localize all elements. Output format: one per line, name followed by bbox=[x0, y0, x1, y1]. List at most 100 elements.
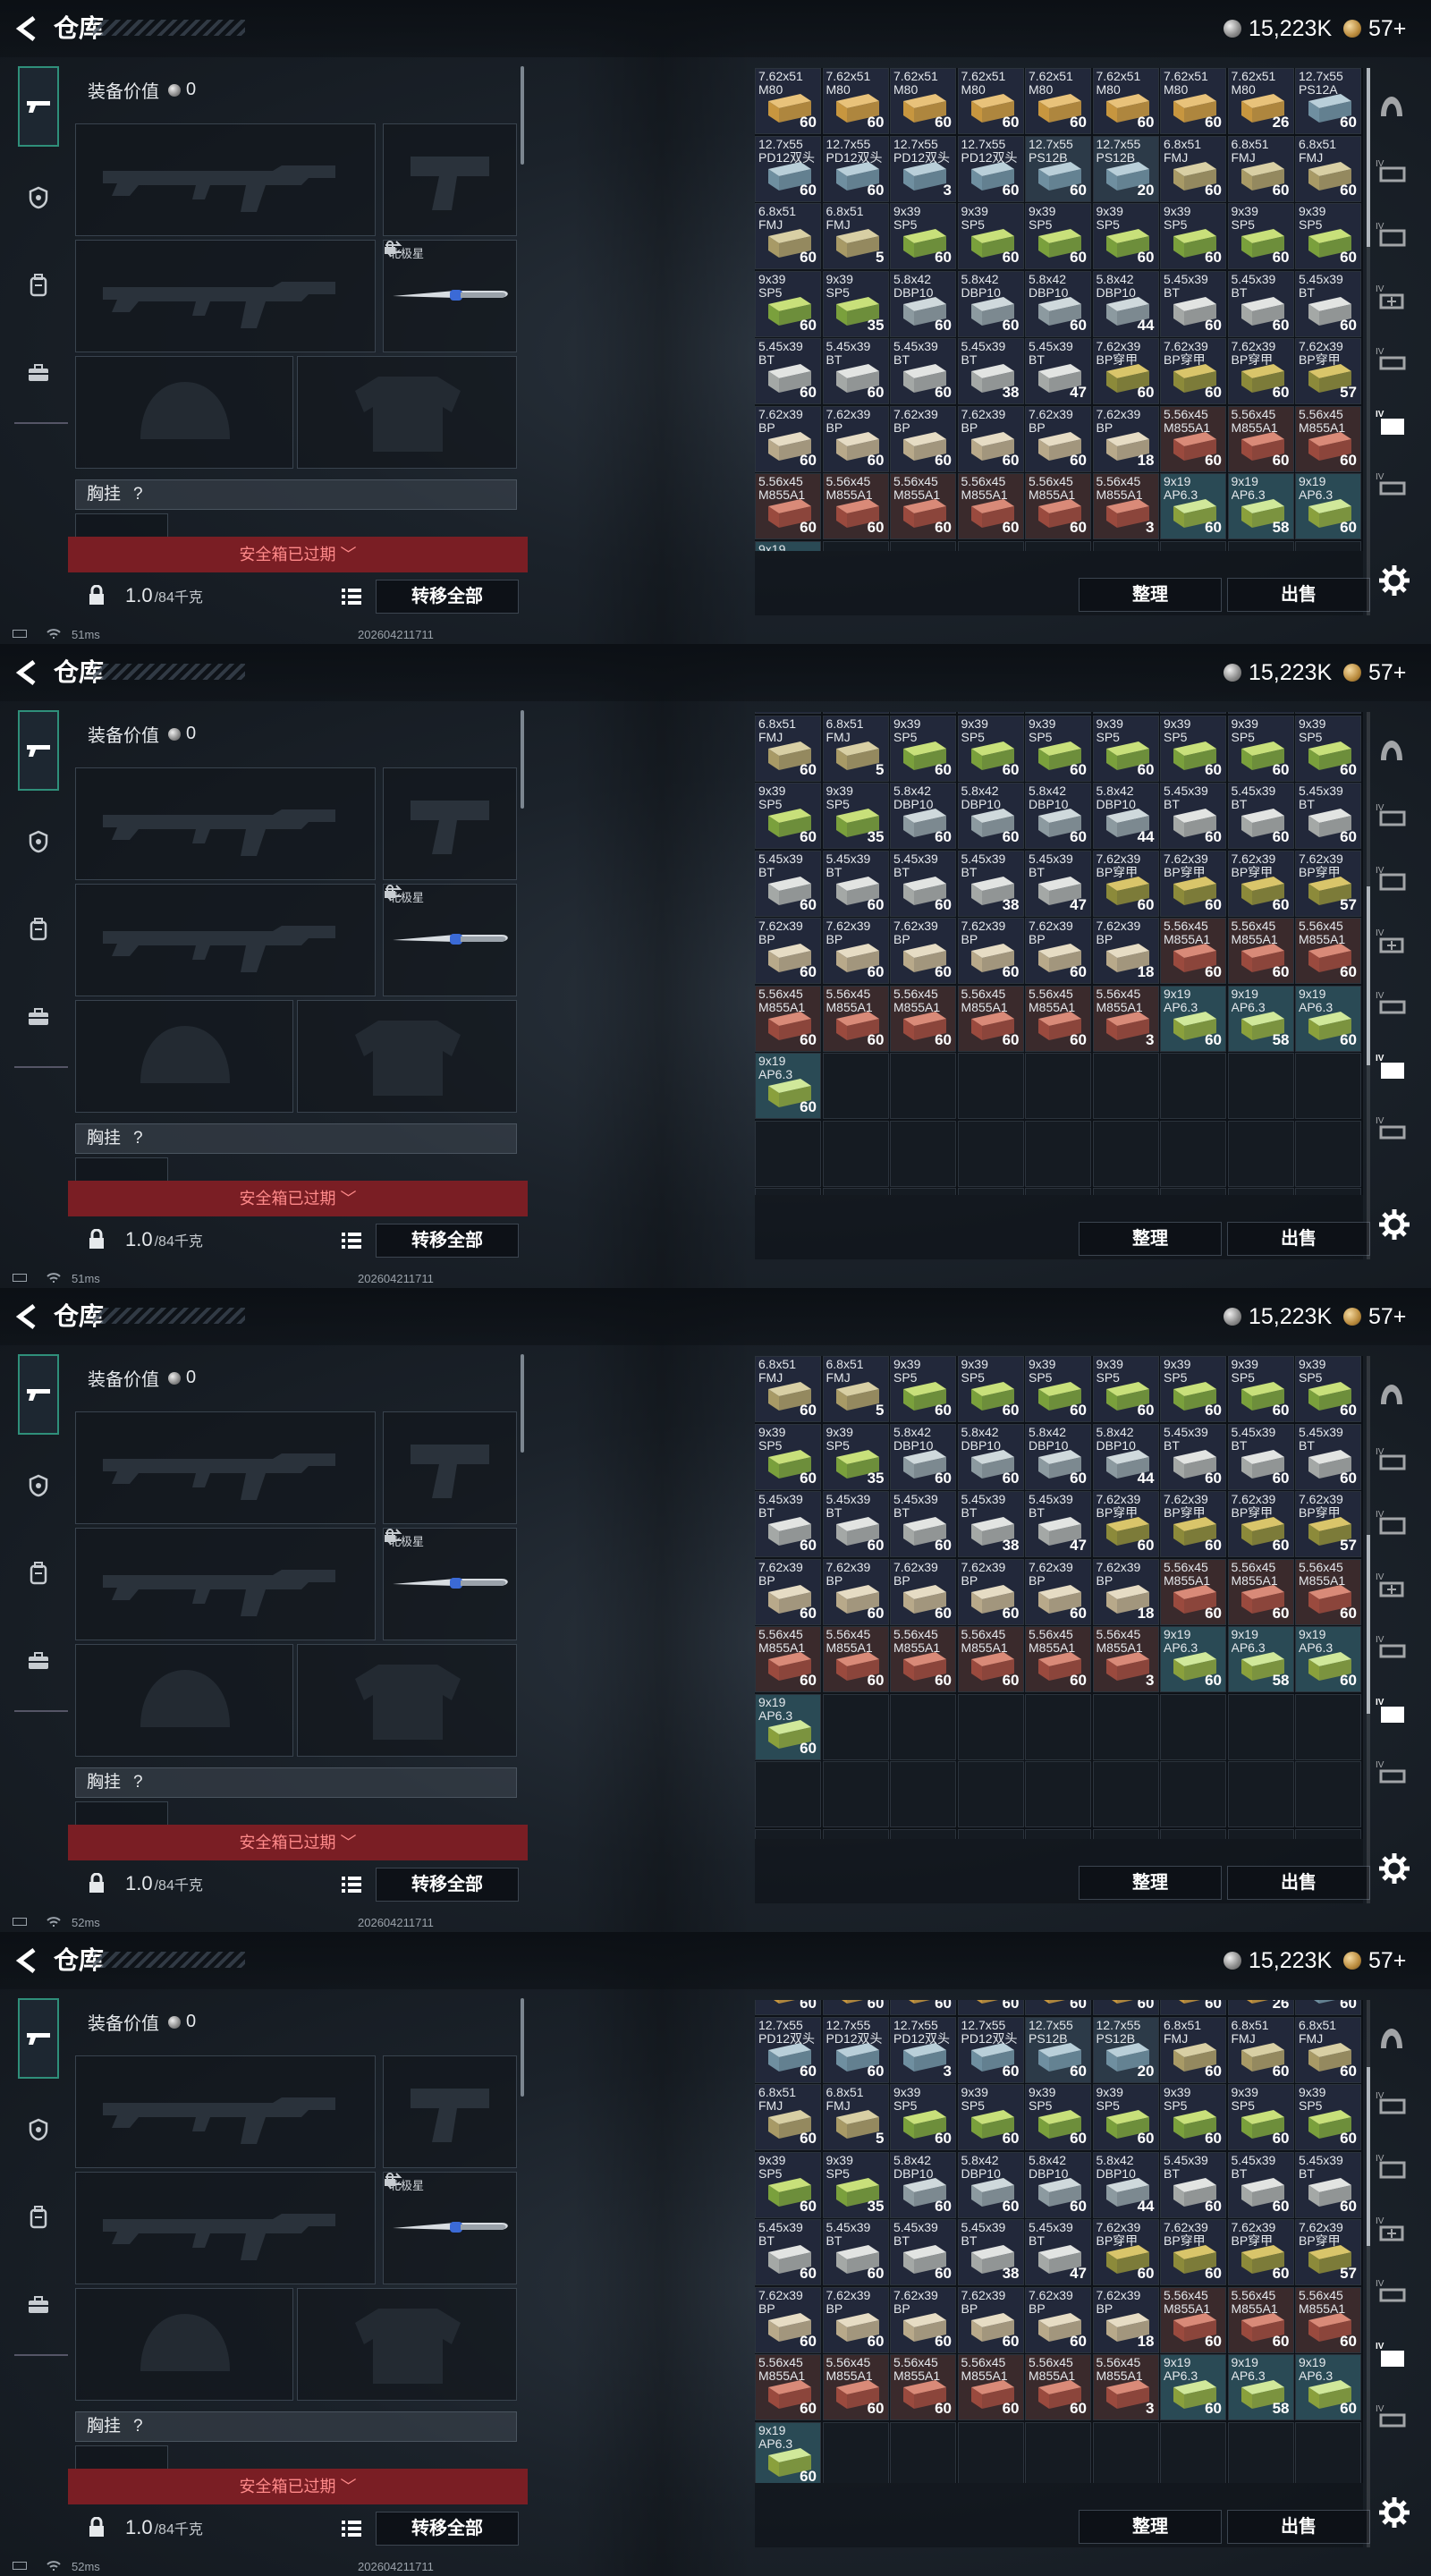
body-armor-slot[interactable] bbox=[297, 1644, 517, 1757]
empty-slot[interactable] bbox=[1295, 1188, 1361, 1195]
ammo-item[interactable]: 5.45x39 BT 60 bbox=[1227, 783, 1294, 850]
ammo-item[interactable]: 7.62x39 BP穿甲 60 bbox=[1160, 1491, 1226, 1557]
ammo-item[interactable]: 7.62x39 BP穿甲 57 bbox=[1295, 1491, 1361, 1557]
ammo-item[interactable]: 7.62x39 BP穿甲 60 bbox=[1227, 1491, 1294, 1557]
ammo-item[interactable]: 5.45x39 BT 38 bbox=[957, 850, 1024, 917]
ammo-item[interactable]: 9x39 SP5 60 bbox=[1295, 1356, 1361, 1422]
ammo-item[interactable]: 9x19 AP6.3 58 bbox=[1227, 985, 1294, 1052]
helmet-filter-icon[interactable] bbox=[1374, 2020, 1410, 2055]
gear-icon[interactable] bbox=[1376, 1850, 1413, 1887]
ammo-item[interactable]: 5.56x45 M855A1 60 bbox=[1025, 985, 1091, 1052]
empty-slot[interactable] bbox=[957, 1053, 1024, 1120]
helmet-slot[interactable] bbox=[75, 356, 293, 469]
ammo-filter-icon[interactable]: IV bbox=[1374, 404, 1410, 440]
sort-button[interactable]: 整理 bbox=[1079, 1866, 1222, 1900]
ammo-item[interactable]: 7.62x39 BP穿甲 60 bbox=[1227, 850, 1294, 917]
empty-slot[interactable] bbox=[957, 1693, 1024, 1760]
helmet-slot[interactable] bbox=[75, 1000, 293, 1113]
ammo-item[interactable]: 5.45x39 BT 47 bbox=[1025, 1491, 1091, 1557]
ammo-item[interactable]: 7.62x39 BP穿甲 60 bbox=[1227, 2219, 1294, 2286]
ammo-item[interactable]: 12.7x55 PD12双头 60 bbox=[822, 2016, 889, 2083]
empty-slot[interactable] bbox=[1227, 1828, 1294, 1839]
ammo-item[interactable]: 7.62x39 BP 60 bbox=[1025, 405, 1091, 472]
ammo-item[interactable]: 5.56x45 M855A1 60 bbox=[957, 473, 1024, 539]
loadout-scrollbar[interactable] bbox=[521, 1998, 524, 2097]
ammo-item[interactable]: 5.45x39 BT 60 bbox=[822, 850, 889, 917]
tab-weapons[interactable] bbox=[18, 1354, 59, 1435]
empty-slot[interactable] bbox=[1160, 1188, 1226, 1195]
helmet-filter-icon[interactable] bbox=[1374, 1376, 1410, 1411]
ammo-item[interactable]: 6.8x51 FMJ 5 bbox=[822, 1356, 889, 1422]
tab-armor[interactable] bbox=[18, 2109, 59, 2150]
ammo-item[interactable]: 12.7x55 PD12双头 60 bbox=[755, 2016, 821, 2083]
stash-scrollbar[interactable] bbox=[1367, 2000, 1370, 2547]
pistol-slot[interactable] bbox=[383, 123, 517, 236]
safe-box-expired-banner[interactable]: 安全箱已过期 ﹀ bbox=[68, 2469, 528, 2504]
empty-slot[interactable] bbox=[890, 1120, 956, 1187]
ammo-item[interactable]: 6.8x51 FMJ 5 bbox=[822, 2084, 889, 2151]
pistol-slot[interactable] bbox=[383, 2055, 517, 2168]
gold-currency[interactable]: 57+ bbox=[1343, 16, 1406, 41]
ammo-item[interactable]: 7.62x39 BP 60 bbox=[755, 2286, 821, 2353]
ammo-item[interactable]: 7.62x51 M8060 bbox=[1025, 2000, 1091, 2016]
ammo-item[interactable]: 5.56x45 M855A1 60 bbox=[822, 985, 889, 1052]
ammo-item[interactable]: 5.56x45 M855A1 60 bbox=[1295, 405, 1361, 472]
ammo-item[interactable]: 5.56x45 M855A1 60 bbox=[1295, 918, 1361, 985]
ammo-item[interactable]: 5.56x45 M855A1 60 bbox=[755, 473, 821, 539]
ammo-item[interactable]: 7.62x51 M8060 bbox=[1025, 68, 1091, 134]
ammo-item[interactable]: 5.8x42 DBP10 60 bbox=[957, 2151, 1024, 2218]
ammo-item[interactable]: 12.7x55 PS12B 60 bbox=[1025, 135, 1091, 202]
stash-scrollbar[interactable] bbox=[1367, 712, 1370, 1259]
sell-button[interactable]: 出售 bbox=[1227, 578, 1370, 612]
ammo-item[interactable]: 5.45x39 BT 38 bbox=[957, 2219, 1024, 2286]
ammo-item[interactable]: 7.62x39 BP 18 bbox=[1092, 918, 1159, 985]
move-all-button[interactable]: 转移全部 bbox=[376, 1868, 519, 1902]
ammo-item[interactable]: 5.56x45 M855A1 60 bbox=[890, 473, 956, 539]
case-filter-icon[interactable]: IV bbox=[1374, 986, 1410, 1021]
ammo-item[interactable]: 9x39 SP5 35 bbox=[822, 1423, 889, 1490]
vest-filter-icon[interactable]: IV bbox=[1374, 1442, 1410, 1478]
ammo-item[interactable]: 9x39 SP5 60 bbox=[1227, 1356, 1294, 1422]
ammo-item[interactable]: 9x39 SP5 60 bbox=[957, 2084, 1024, 2151]
ammo-item[interactable]: 5.8x42 DBP10 60 bbox=[1025, 1423, 1091, 1490]
ammo-item[interactable]: 9x39 SP5 60 bbox=[1295, 2084, 1361, 2151]
ammo-item[interactable]: 5.45x39 BT 60 bbox=[755, 1491, 821, 1557]
ammo-item[interactable]: 9x39 SP5 60 bbox=[1227, 203, 1294, 269]
ammo-item[interactable]: 5.8x42 DBP10 60 bbox=[1025, 270, 1091, 337]
ammo-item[interactable]: 5.56x45 M855A1 60 bbox=[822, 473, 889, 539]
misc-filter-icon[interactable]: IV bbox=[1374, 2399, 1410, 2435]
sort-button[interactable]: 整理 bbox=[1079, 578, 1222, 612]
chest-rig-bar[interactable]: 胸挂? bbox=[75, 1123, 517, 1154]
tab-armor[interactable] bbox=[18, 821, 59, 862]
ammo-item[interactable]: 9x19 AP6.3 60 bbox=[1160, 2354, 1226, 2421]
vest-filter-icon[interactable]: IV bbox=[1374, 2086, 1410, 2122]
ammo-item[interactable]: 9x39 SP5 60 bbox=[1092, 1356, 1159, 1422]
stash-scroll-thumb[interactable] bbox=[1367, 886, 1370, 1065]
ammo-item[interactable]: 7.62x51 M8060 bbox=[957, 68, 1024, 134]
ammo-item[interactable]: 9x39 SP5 60 bbox=[1160, 715, 1226, 782]
empty-slot[interactable] bbox=[1295, 1828, 1361, 1839]
empty-slot[interactable] bbox=[1227, 1120, 1294, 1187]
empty-slot[interactable] bbox=[1025, 1053, 1091, 1120]
ammo-item[interactable]: 9x39 SP5 60 bbox=[1227, 715, 1294, 782]
ammo-item[interactable]: 9x19 AP6.3 58 bbox=[1227, 2354, 1294, 2421]
ammo-item[interactable]: 7.62x51 M8060 bbox=[822, 2000, 889, 2016]
ammo-item[interactable]: 5.45x39 BT 38 bbox=[957, 1491, 1024, 1557]
ammo-item[interactable]: 6.8x51 FMJ60 bbox=[1160, 135, 1226, 202]
ammo-item[interactable]: 7.62x39 BP 60 bbox=[957, 405, 1024, 472]
ammo-item[interactable]: 7.62x39 BP 60 bbox=[957, 918, 1024, 985]
empty-slot[interactable] bbox=[1295, 2421, 1361, 2483]
ammo-item[interactable]: 9x19 AP6.3 60 bbox=[1295, 1626, 1361, 1692]
secondary-weapon-slot[interactable] bbox=[75, 2172, 376, 2284]
backpack-filter-icon[interactable]: IV bbox=[1374, 2148, 1410, 2184]
ammo-item[interactable]: 5.56x45 M855A1 60 bbox=[1025, 1626, 1091, 1692]
ammo-item[interactable]: 6.8x51 FMJ60 bbox=[755, 1356, 821, 1422]
empty-slot[interactable] bbox=[755, 1120, 821, 1187]
case-filter-icon[interactable]: IV bbox=[1374, 2274, 1410, 2309]
tab-case[interactable] bbox=[18, 2284, 59, 2326]
ammo-item[interactable]: 7.62x51 M8060 bbox=[1160, 2000, 1226, 2016]
ammo-item[interactable]: 9x39 SP5 60 bbox=[1025, 203, 1091, 269]
empty-slot[interactable] bbox=[1160, 1693, 1226, 1760]
ammo-item[interactable]: 9x39 SP5 60 bbox=[890, 1356, 956, 1422]
gear-icon[interactable] bbox=[1376, 2494, 1413, 2531]
